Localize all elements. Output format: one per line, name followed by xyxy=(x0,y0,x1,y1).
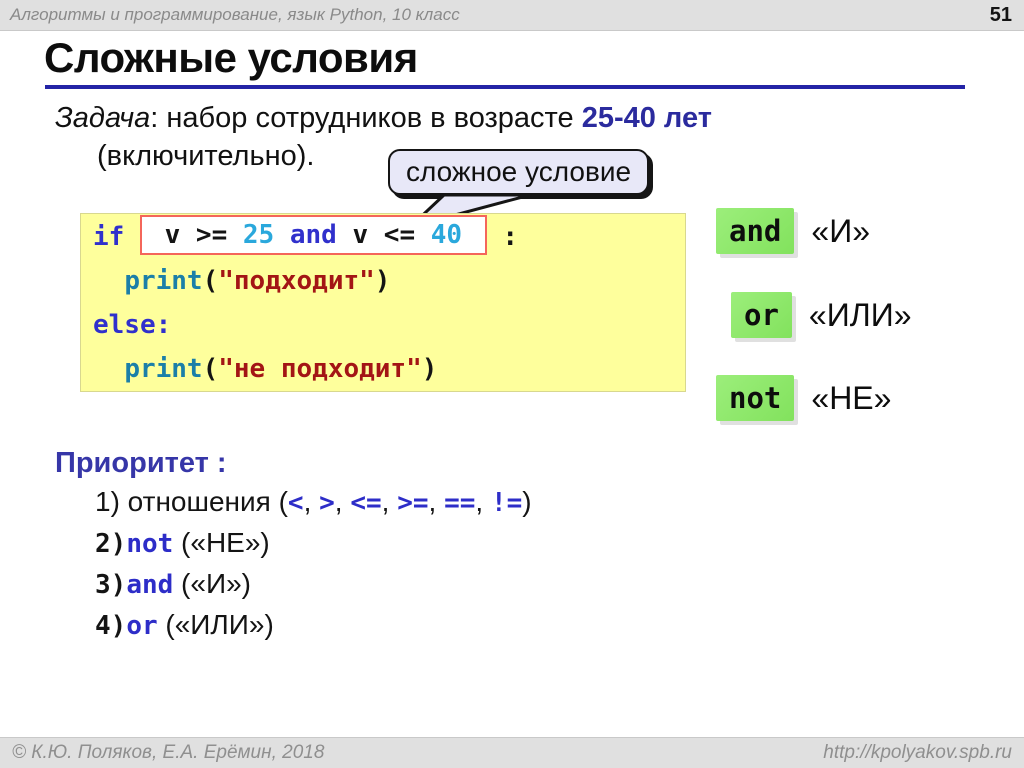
text-segment xyxy=(462,220,478,250)
text-segment: («НЕ») xyxy=(173,527,269,558)
text-segment: 1) отношения ( xyxy=(95,486,288,517)
code-line-if: if v >= 25 and v <= 40 : xyxy=(93,215,673,259)
chip-or-meaning: «ИЛИ» xyxy=(809,297,912,334)
code-block: if v >= 25 and v <= 40 : print("подходит… xyxy=(80,213,686,392)
text-segment: , xyxy=(475,486,491,517)
task-label: Задача xyxy=(55,102,150,134)
code-line-print-1: print("подходит") xyxy=(93,259,673,303)
text-segment: ( xyxy=(203,354,219,384)
text-segment: >= xyxy=(397,488,428,518)
text-segment: v <= xyxy=(337,220,431,250)
chip-and: and xyxy=(716,208,794,254)
text-segment: or xyxy=(126,611,157,641)
task-text: Задача: набор сотрудников в возрасте 25-… xyxy=(55,102,712,135)
title-underline xyxy=(45,85,965,89)
priority-item-relations: 1) отношения (<, >, <=, >=, ==, !=) xyxy=(95,486,532,518)
code-if-colon: : xyxy=(487,222,518,252)
text-segment: , xyxy=(304,486,320,517)
text-segment: ) xyxy=(422,354,438,384)
chip-not-meaning: «НЕ» xyxy=(811,380,891,417)
text-segment xyxy=(93,354,124,384)
text-segment: 3) xyxy=(95,570,126,600)
text-segment: («И») xyxy=(173,568,251,599)
page-title: Сложные условия xyxy=(44,34,418,82)
code-if-keyword: if xyxy=(93,222,140,252)
text-segment: («ИЛИ») xyxy=(158,609,274,640)
text-segment: and xyxy=(290,220,337,250)
slide-number: 51 xyxy=(990,4,1024,27)
text-segment: : xyxy=(487,222,518,252)
text-segment: > xyxy=(319,488,335,518)
condition-highlight-box: v >= 25 and v <= 40 xyxy=(140,215,487,255)
code-line-print-2: print("не подходит") xyxy=(93,347,673,391)
text-segment: ( xyxy=(203,266,219,296)
text-segment: print xyxy=(124,266,202,296)
text-segment: != xyxy=(491,488,522,518)
chip-or: or xyxy=(731,292,792,338)
text-segment: == xyxy=(444,488,475,518)
task-age-range: 25-40 лет xyxy=(582,102,712,134)
text-segment: not xyxy=(126,529,173,559)
text-segment: else: xyxy=(93,310,171,340)
callout-bubble: сложное условие xyxy=(388,149,649,195)
priority-item-and: 3)and («И») xyxy=(95,568,251,600)
code-line-else: else: xyxy=(93,303,673,347)
text-segment: < xyxy=(288,488,304,518)
footer-bar: © К.Ю. Поляков, Е.А. Ерёмин, 2018 http:/… xyxy=(0,737,1024,768)
legend-row-not: not «НЕ» xyxy=(716,375,891,421)
chip-not: not xyxy=(716,375,794,421)
footer-url: http://kpolyakov.spb.ru xyxy=(823,742,1024,764)
text-segment: if xyxy=(93,222,140,252)
text-segment: 2) xyxy=(95,529,126,559)
text-segment: , xyxy=(335,486,351,517)
task-text-line2: (включительно). xyxy=(97,140,314,173)
course-title: Алгоритмы и программирование, язык Pytho… xyxy=(0,5,990,25)
priority-item-or: 4)or («ИЛИ») xyxy=(95,609,274,641)
text-segment: <= xyxy=(350,488,381,518)
text-segment: ) xyxy=(375,266,391,296)
task-body: : набор сотрудников в возрасте xyxy=(150,102,581,134)
slide: Алгоритмы и программирование, язык Pytho… xyxy=(0,0,1024,767)
text-segment xyxy=(274,220,290,250)
text-segment: ) xyxy=(522,486,531,517)
text-segment: print xyxy=(124,354,202,384)
legend-row-and: and «И» xyxy=(716,208,870,254)
text-segment: 25 xyxy=(243,220,274,250)
text-segment: "не подходит" xyxy=(218,354,422,384)
text-segment: v >= xyxy=(149,220,243,250)
text-segment: 4) xyxy=(95,611,126,641)
priority-heading: Приоритет : xyxy=(55,447,227,480)
legend-row-or: or «ИЛИ» xyxy=(731,292,912,338)
text-segment: 40 xyxy=(431,220,462,250)
text-segment: "подходит" xyxy=(218,266,375,296)
chip-and-meaning: «И» xyxy=(811,213,870,250)
text-segment xyxy=(93,266,124,296)
text-segment: , xyxy=(429,486,445,517)
footer-copyright: © К.Ю. Поляков, Е.А. Ерёмин, 2018 xyxy=(0,742,823,764)
text-segment: and xyxy=(126,570,173,600)
top-bar: Алгоритмы и программирование, язык Pytho… xyxy=(0,0,1024,31)
priority-item-not: 2)not («НЕ») xyxy=(95,527,270,559)
text-segment: , xyxy=(382,486,398,517)
